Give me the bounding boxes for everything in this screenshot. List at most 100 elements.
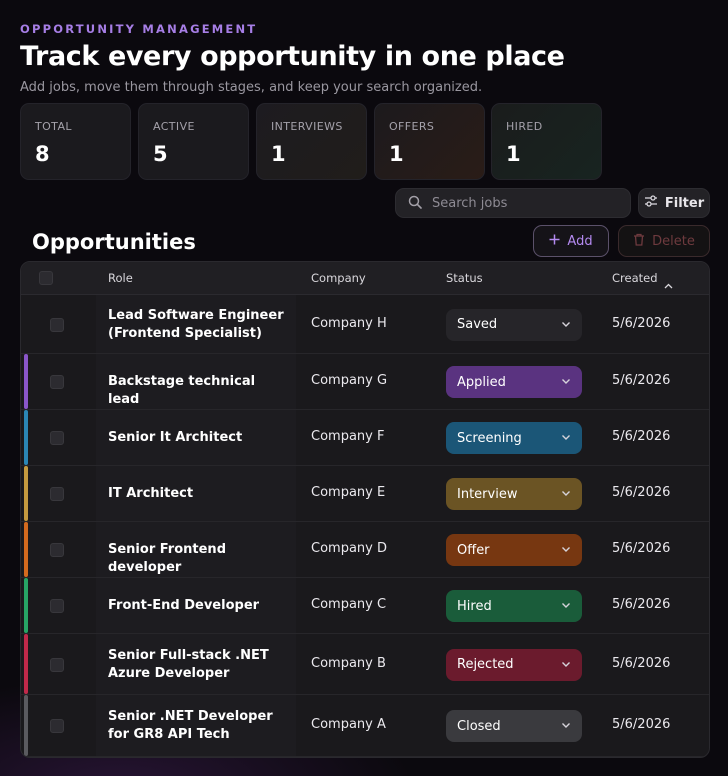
status-label: Closed [457,718,501,734]
status-select[interactable]: Hired [446,590,582,622]
row-checkbox[interactable] [50,719,64,733]
chevron-down-icon [561,719,571,729]
page-title: Track every opportunity in one place [20,41,565,72]
row-checkbox[interactable] [50,431,64,445]
company-cell: Company H [311,315,387,331]
row-checkbox[interactable] [50,317,64,332]
row-checkbox[interactable] [50,599,64,613]
add-label: Add [567,233,593,249]
section-title: Opportunities [32,230,196,254]
status-select[interactable]: Screening [446,422,582,454]
table-row[interactable]: Senior It Architect Company F Screening 5/6… [21,410,709,466]
eyebrow-label: OPPORTUNITY MANAGEMENT [20,22,258,36]
add-button[interactable]: Add [533,225,609,257]
status-select[interactable]: Saved [446,308,582,341]
column-header-company[interactable]: Company [311,271,366,285]
role-cell[interactable]: Senior Full-stack .NET Azure Developer [108,647,288,683]
status-label: Applied [457,374,506,390]
status-select[interactable]: Rejected [446,648,582,681]
company-cell: Company E [311,485,386,500]
status-accent-stripe [24,695,28,756]
stat-value: 1 [389,142,404,166]
chevron-down-icon [561,599,571,609]
trash-icon [633,233,645,250]
created-cell: 5/6/2026 [612,373,671,388]
page-subtitle: Add jobs, move them through stages, and … [20,80,483,95]
stat-card-active: ACTIVE 5 [138,103,249,180]
status-label: Hired [457,598,492,614]
status-select[interactable]: Closed [446,710,582,742]
status-accent-stripe [24,634,28,694]
stat-label: TOTAL [35,120,72,133]
search-input[interactable]: Search jobs [395,188,631,218]
status-label: Saved [457,317,498,332]
stat-label: HIRED [506,120,543,133]
status-accent-stripe [24,578,28,633]
chevron-down-icon [561,487,571,497]
role-cell[interactable]: Front-End Developer [108,597,288,615]
table-row[interactable]: Senior Full-stack .NET Azure Developer Co… [21,634,709,695]
company-cell: Company C [311,597,387,612]
chevron-down-icon [561,543,571,553]
search-icon [408,194,422,213]
sliders-icon [644,195,658,211]
stat-card-interviews: INTERVIEWS 1 [256,103,367,180]
table-row[interactable]: Backstage technical lead Company G Applied… [21,354,709,410]
company-cell: Company F [311,429,385,444]
row-checkbox[interactable] [50,375,64,389]
role-cell[interactable]: Backstage technical lead [108,373,288,409]
created-cell: 5/6/2026 [612,597,671,612]
status-select[interactable]: Applied [446,366,582,398]
table-header: Role Company Status Created [21,262,709,295]
created-cell: 5/6/2026 [612,429,671,444]
stat-card-total: TOTAL 8 [20,103,131,180]
status-accent-stripe [24,410,28,465]
status-label: Rejected [457,657,514,672]
chevron-down-icon [561,658,571,668]
chevron-down-icon [561,431,571,441]
opportunities-table: Role Company Status Created Lead Softwar… [20,261,710,758]
plus-icon [549,234,560,249]
status-select[interactable]: Interview [446,478,582,510]
status-accent-stripe [24,466,28,521]
sort-ascending-icon[interactable] [664,274,673,293]
column-header-created[interactable]: Created [612,271,658,285]
table-row[interactable]: IT Architect Company E Interview 5/6/2026 [21,466,709,522]
role-cell[interactable]: Senior It Architect [108,429,288,447]
role-cell[interactable]: IT Architect [108,485,288,503]
created-cell: 5/6/2026 [612,485,671,500]
row-checkbox[interactable] [50,543,64,557]
row-checkbox[interactable] [50,487,64,501]
created-cell: 5/6/2026 [612,717,671,732]
role-cell[interactable]: Senior Frontend developer [108,541,288,577]
created-cell: 5/6/2026 [612,541,671,556]
delete-button[interactable]: Delete [618,225,710,257]
filter-button[interactable]: Filter [638,188,710,218]
company-cell: Company G [311,373,388,388]
status-select[interactable]: Offer [446,534,582,566]
stat-label: ACTIVE [153,120,195,133]
stat-value: 1 [271,142,286,166]
table-row[interactable]: Senior .NET Developer for GR8 API Tech Co… [21,695,709,757]
stat-label: INTERVIEWS [271,120,343,133]
stat-card-offers: OFFERS 1 [374,103,485,180]
column-header-role[interactable]: Role [108,271,133,285]
column-header-status[interactable]: Status [446,271,483,285]
table-row[interactable]: Senior Frontend developer Company D Offer 5… [21,522,709,578]
status-accent-stripe [24,354,28,409]
select-all-checkbox[interactable] [39,271,53,285]
created-cell: 5/6/2026 [612,315,671,331]
role-cell[interactable]: Senior .NET Developer for GR8 API Tech [108,708,288,744]
stat-value: 8 [35,142,50,166]
search-placeholder: Search jobs [432,195,508,211]
chevron-down-icon [561,375,571,385]
status-label: Screening [457,430,522,446]
row-checkbox[interactable] [50,657,64,672]
table-row[interactable]: Front-End Developer Company C Hired 5/6/202… [21,578,709,634]
status-label: Interview [457,486,518,502]
status-accent-stripe [24,522,28,577]
company-cell: Company B [311,655,386,671]
role-cell[interactable]: Lead Software Engineer (Frontend Special… [108,307,288,343]
table-row[interactable]: Lead Software Engineer (Frontend Special… [21,295,709,354]
stat-label: OFFERS [389,120,435,133]
